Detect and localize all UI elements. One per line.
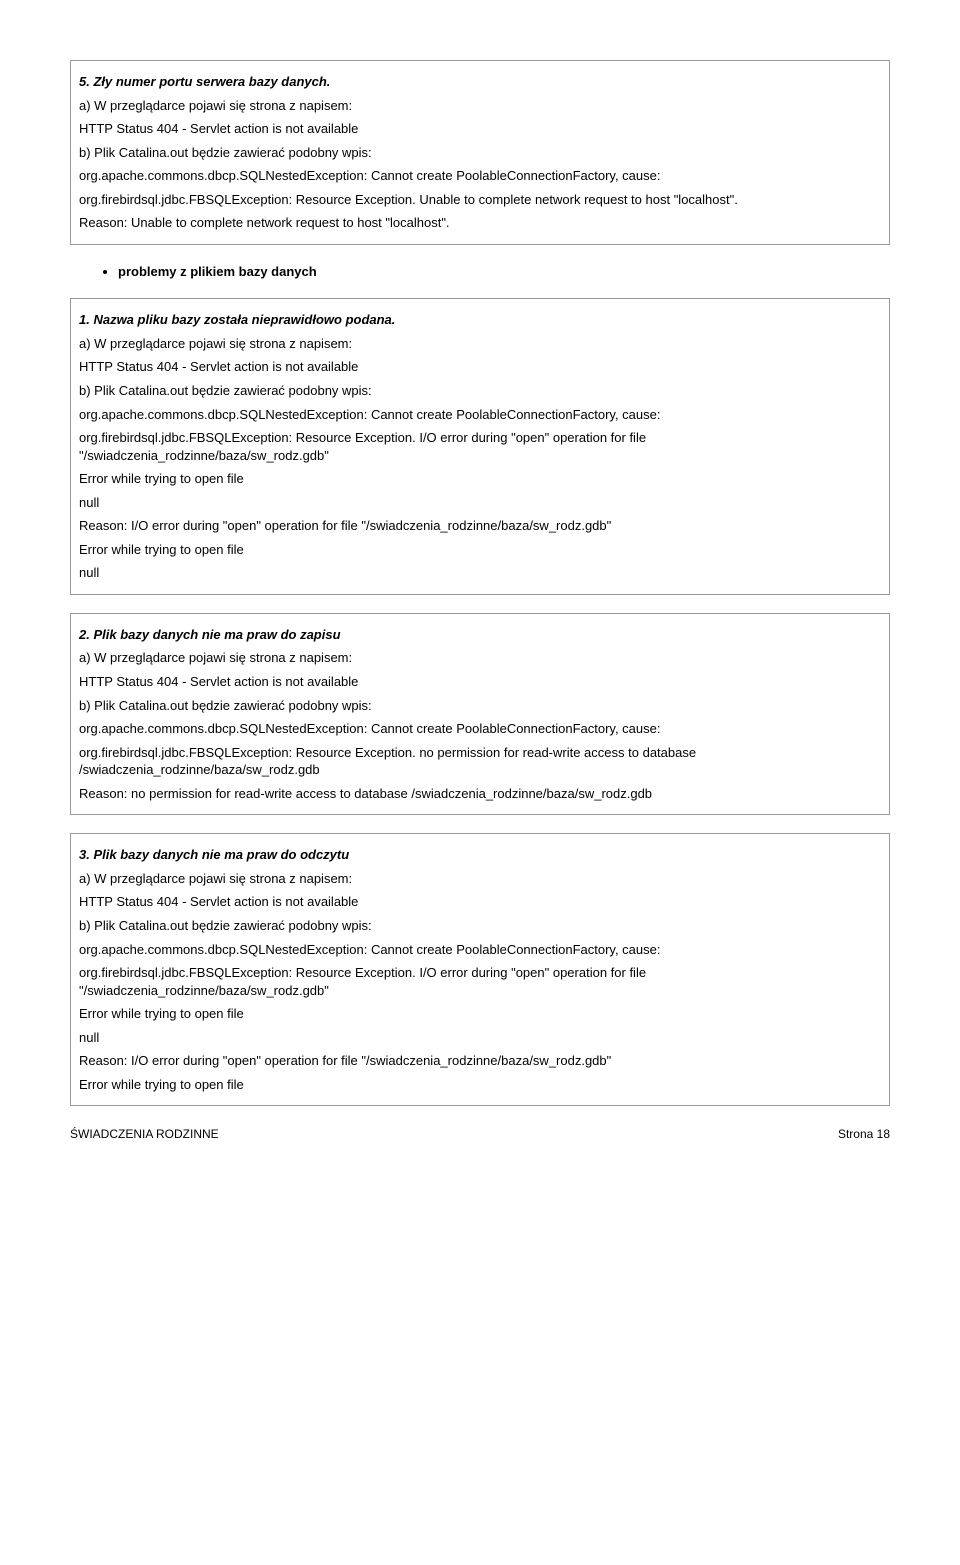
section-5-title: 5. Zły numer portu serwera bazy danych. [79,74,330,89]
section-1-err2: Error while trying to open file [79,541,881,559]
section-1-null2: null [79,564,881,582]
section-3-http: HTTP Status 404 - Servlet action is not … [79,893,881,911]
section-3-a: a) W przeglądarce pojawi się strona z na… [79,870,881,888]
section-1-reason: Reason: I/O error during "open" operatio… [79,517,881,535]
section-5-b: b) Plik Catalina.out będzie zawierać pod… [79,144,881,162]
section-1-ex1: org.apache.commons.dbcp.SQLNestedExcepti… [79,406,881,424]
section-3-b: b) Plik Catalina.out będzie zawierać pod… [79,917,881,935]
section-5-ex2: org.firebirdsql.jdbc.FBSQLException: Res… [79,191,881,209]
section-3-reason: Reason: I/O error during "open" operatio… [79,1052,881,1070]
section-1-http: HTTP Status 404 - Servlet action is not … [79,358,881,376]
section-3-err1: Error while trying to open file [79,1005,881,1023]
section-1-a: a) W przeglądarce pojawi się strona z na… [79,335,881,353]
section-1-err1: Error while trying to open file [79,470,881,488]
section-2-box: 2. Plik bazy danych nie ma praw do zapis… [70,613,890,815]
section-3-box: 3. Plik bazy danych nie ma praw do odczy… [70,833,890,1106]
section-2-b: b) Plik Catalina.out będzie zawierać pod… [79,697,881,715]
section-1-title: 1. Nazwa pliku bazy została nieprawidłow… [79,312,395,327]
footer-right: Strona 18 [838,1126,890,1142]
section-5-ex1: org.apache.commons.dbcp.SQLNestedExcepti… [79,167,881,185]
footer-left: ŚWIADCZENIA RODZINNE [70,1126,219,1142]
section-5-http: HTTP Status 404 - Servlet action is not … [79,120,881,138]
section-2-ex1: org.apache.commons.dbcp.SQLNestedExcepti… [79,720,881,738]
section-3-err2: Error while trying to open file [79,1076,881,1094]
section-1-box: 1. Nazwa pliku bazy została nieprawidłow… [70,298,890,595]
bullet-list: problemy z plikiem bazy danych [118,263,890,281]
section-5-box: 5. Zły numer portu serwera bazy danych. … [70,60,890,245]
section-2-http: HTTP Status 404 - Servlet action is not … [79,673,881,691]
section-2-reason: Reason: no permission for read-write acc… [79,785,881,803]
section-5-reason: Reason: Unable to complete network reque… [79,214,881,232]
section-3-null1: null [79,1029,881,1047]
section-3-title: 3. Plik bazy danych nie ma praw do odczy… [79,847,349,862]
section-2-ex2: org.firebirdsql.jdbc.FBSQLException: Res… [79,744,881,779]
section-2-a: a) W przeglądarce pojawi się strona z na… [79,649,881,667]
section-1-b: b) Plik Catalina.out będzie zawierać pod… [79,382,881,400]
section-5-a: a) W przeglądarce pojawi się strona z na… [79,97,881,115]
bullet-db-file-problems: problemy z plikiem bazy danych [118,263,890,281]
page-footer: ŚWIADCZENIA RODZINNE Strona 18 [70,1126,890,1142]
section-3-ex1: org.apache.commons.dbcp.SQLNestedExcepti… [79,941,881,959]
section-1-null1: null [79,494,881,512]
section-1-ex2: org.firebirdsql.jdbc.FBSQLException: Res… [79,429,881,464]
section-3-ex2: org.firebirdsql.jdbc.FBSQLException: Res… [79,964,881,999]
section-2-title: 2. Plik bazy danych nie ma praw do zapis… [79,627,341,642]
